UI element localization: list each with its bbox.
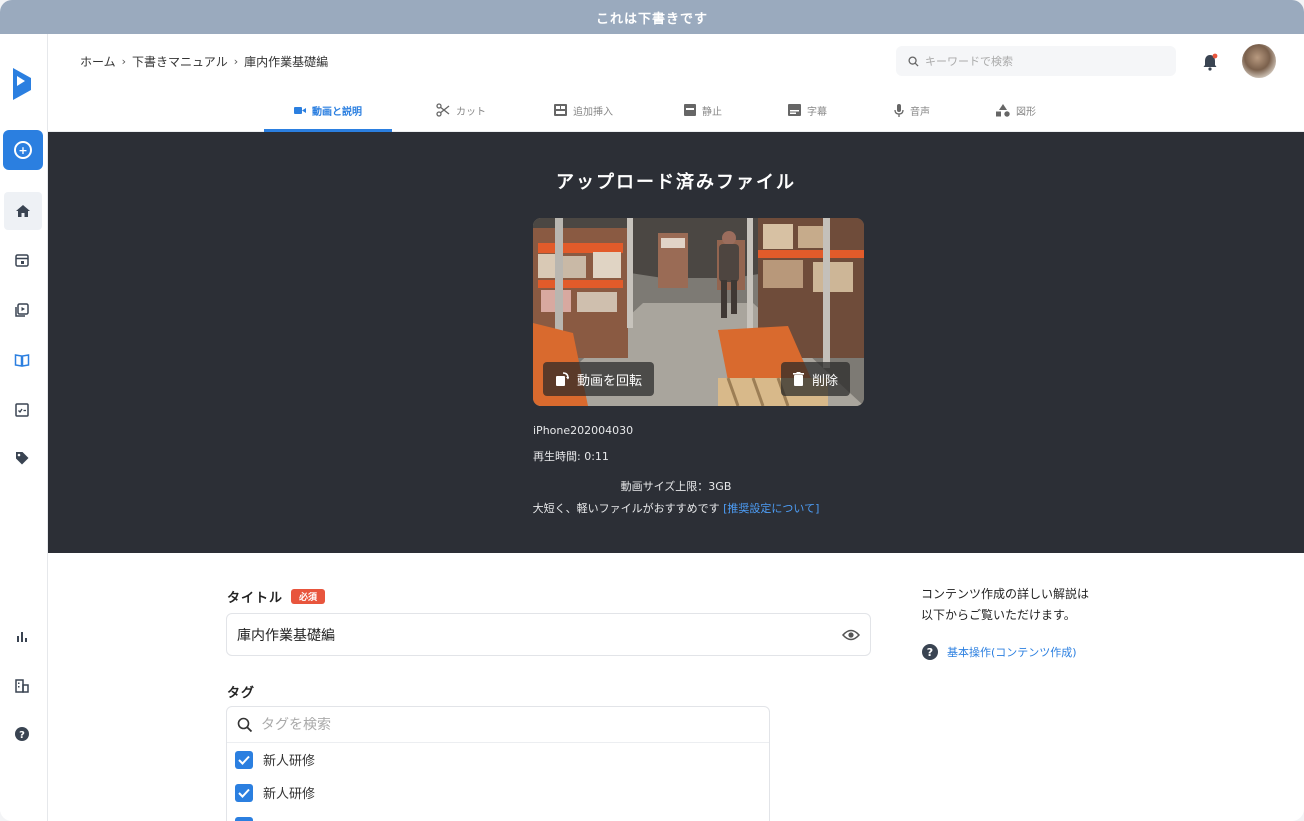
help-line: コンテンツ作成の詳しい解説は	[921, 587, 1090, 601]
tab-shape[interactable]: 図形	[996, 88, 1036, 132]
file-name: iPhone202004030	[533, 424, 634, 437]
organization-nav-icon[interactable]	[10, 674, 34, 698]
app-window: これは下書きです + ? ホーム › 下書きマニュアル › 庫内作業基礎編 キー…	[0, 0, 1304, 821]
video-preview[interactable]: 動画を回転 削除	[533, 218, 864, 406]
tab-label: 追加挿入	[573, 106, 613, 118]
scissors-icon	[436, 103, 450, 117]
top-bar: ホーム › 下書きマニュアル › 庫内作業基礎編	[48, 34, 1304, 88]
svg-text:?: ?	[927, 646, 933, 659]
tag-option[interactable]: 新人研修	[227, 743, 769, 776]
insert-icon	[554, 104, 567, 116]
video-duration: 再生時間: 0:11	[533, 450, 609, 463]
draft-banner-text: これは下書きです	[595, 11, 708, 27]
chevron-right-icon: ›	[233, 55, 239, 68]
editor-tabs: 動画と説明 カット 追加挿入 静止 字幕 音声 図形	[48, 88, 1304, 132]
search-input[interactable]	[925, 54, 1155, 68]
search-icon	[237, 717, 253, 732]
rotate-icon	[556, 372, 569, 386]
tag-option-label: 新人研修	[263, 754, 316, 769]
tab-label: 動画と説明	[312, 106, 362, 118]
tag-search-input[interactable]	[261, 716, 741, 733]
chevron-right-icon: ›	[121, 55, 127, 68]
rotate-video-button[interactable]: 動画を回転	[543, 362, 655, 396]
breadcrumb-current: 庫内作業基礎編	[244, 55, 329, 69]
tab-still[interactable]: 静止	[684, 88, 722, 132]
home-nav-icon[interactable]	[4, 192, 42, 230]
checkbox-checked-icon[interactable]	[235, 783, 253, 802]
rotate-video-label: 動画を回転	[577, 373, 643, 389]
breadcrumb: ホーム › 下書きマニュアル › 庫内作業基礎編	[80, 53, 328, 70]
help-link-text: 基本操作(コンテンツ作成)	[947, 646, 1077, 659]
manual-book-nav-icon[interactable]	[10, 348, 34, 372]
tab-video-description[interactable]: 動画と説明	[264, 88, 392, 132]
eye-icon[interactable]	[842, 629, 860, 641]
help-line: 以下からご覧いただけます。	[921, 608, 1076, 622]
required-badge: 必須	[291, 589, 326, 604]
shapes-icon	[996, 103, 1010, 117]
checkbox-checked-icon[interactable]	[235, 750, 253, 769]
draft-banner: これは下書きです	[0, 0, 1304, 34]
title-field-label: タイトル 必須	[227, 587, 326, 606]
upload-panel: アップロード済みファイル 動画を回転 削除 iPhone202004030 再生…	[48, 132, 1304, 553]
analytics-nav-icon[interactable]	[10, 624, 34, 648]
tab-label: 静止	[702, 106, 722, 118]
title-input[interactable]	[237, 626, 842, 643]
plus-circle-icon: +	[14, 141, 32, 159]
tag-selector: 新人研修 新人研修	[226, 706, 770, 821]
tag-option-label: 新人研修	[263, 787, 316, 802]
tab-label: 字幕	[807, 106, 827, 118]
video-camera-icon	[294, 106, 306, 114]
checkbox-checked-icon[interactable]	[235, 816, 253, 821]
tab-insert[interactable]: 追加挿入	[554, 88, 613, 132]
notification-bell-icon[interactable]	[1200, 52, 1220, 72]
tab-label: 音声	[910, 106, 930, 118]
search-icon	[908, 55, 919, 67]
delete-video-label: 削除	[812, 373, 839, 389]
app-logo[interactable]	[11, 66, 33, 102]
recommended-settings-link[interactable]: [推奨設定について]	[723, 502, 819, 515]
help-nav-icon[interactable]: ?	[10, 722, 34, 746]
tag-option[interactable]: 新人研修	[227, 776, 769, 809]
help-description: コンテンツ作成の詳しい解説は 以下からご覧いただけます。	[921, 584, 1089, 626]
title-label-text: タイトル	[227, 591, 284, 606]
recommendation-note: 大短く、軽いファイルがおすすめです [推奨設定について]	[48, 500, 1304, 516]
svg-text:?: ?	[19, 730, 25, 741]
video-library-nav-icon[interactable]	[10, 298, 34, 322]
checklist-nav-icon[interactable]	[10, 398, 34, 422]
tag-nav-icon[interactable]	[10, 446, 34, 470]
delete-video-button[interactable]: 削除	[781, 362, 851, 396]
upload-panel-title: アップロード済みファイル	[556, 172, 796, 193]
freeze-frame-icon	[684, 104, 696, 116]
tab-cut[interactable]: カット	[436, 88, 486, 132]
breadcrumb-home[interactable]: ホーム	[80, 53, 116, 70]
subtitle-icon	[788, 104, 801, 116]
size-limit-note: 動画サイズ上限：3GB	[620, 480, 732, 493]
sidebar: + ?	[0, 34, 48, 821]
basic-operation-help-link[interactable]: ? 基本操作(コンテンツ作成)	[921, 643, 1077, 661]
search-field[interactable]	[896, 46, 1176, 76]
breadcrumb-folder[interactable]: 下書きマニュアル	[132, 53, 228, 70]
microphone-icon	[894, 103, 904, 117]
tab-label: カット	[456, 106, 486, 118]
tab-audio[interactable]: 音声	[894, 88, 930, 132]
calendar-nav-icon[interactable]	[10, 248, 34, 272]
tab-label: 図形	[1016, 106, 1036, 118]
tab-subtitle[interactable]: 字幕	[788, 88, 827, 132]
tag-label-text: タグ	[227, 686, 256, 701]
tag-field-label: タグ	[227, 682, 255, 701]
tag-option[interactable]	[227, 809, 769, 821]
create-content-button[interactable]: +	[3, 130, 43, 170]
user-avatar[interactable]	[1242, 44, 1276, 78]
tag-search-field[interactable]	[227, 707, 769, 743]
help-circle-icon: ?	[922, 644, 938, 660]
trash-icon	[793, 372, 804, 386]
title-field[interactable]	[226, 613, 871, 656]
recommendation-text: 大短く、軽いファイルがおすすめです	[532, 502, 720, 515]
